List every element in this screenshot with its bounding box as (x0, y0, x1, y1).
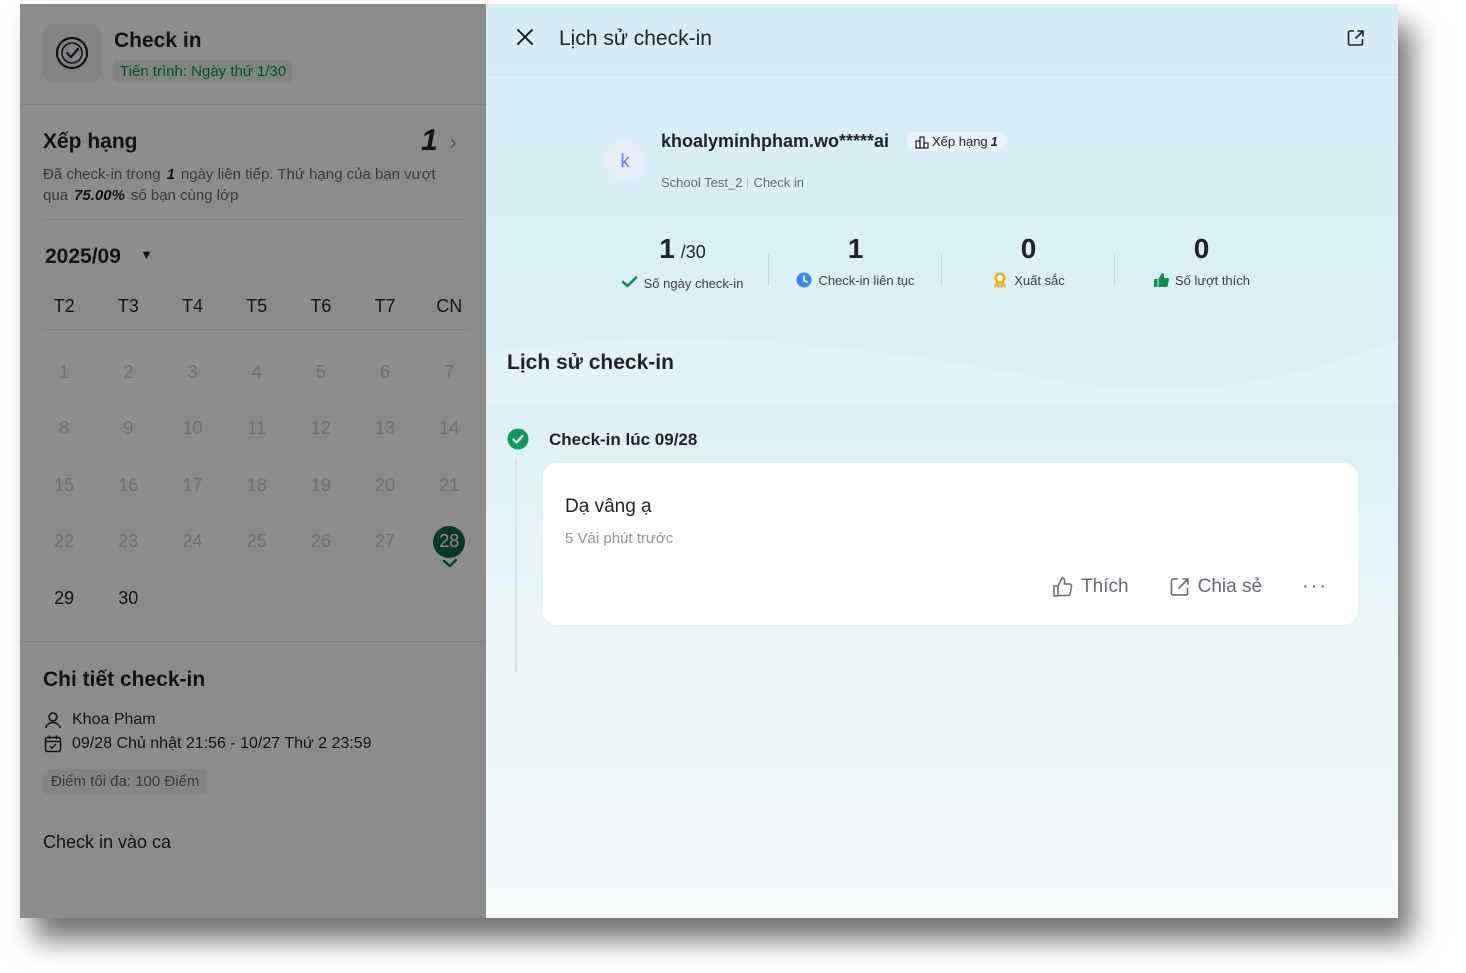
share-button[interactable]: Chia sẻ (1169, 576, 1262, 598)
stat-value: 0 (1020, 233, 1037, 264)
drawer-title: Lịch sử check-in (559, 27, 712, 50)
clock-icon (796, 272, 812, 288)
stat-item: 0 Số lượt thích (1115, 232, 1288, 291)
modal-overlay[interactable] (20, 4, 486, 918)
stat-value: 0 (1193, 233, 1210, 264)
stat-label: Số lượt thích (1174, 272, 1251, 288)
check-icon (621, 276, 637, 288)
username: khoalyminhpham.wo*****ai (661, 131, 890, 151)
like-label: Thích (1081, 575, 1129, 597)
separator (747, 177, 749, 188)
entry-actions: Thích Chia sẻ ··· (1052, 575, 1328, 598)
rank-badge-value: 1 (990, 134, 998, 149)
stat-suffix: /30 (680, 242, 706, 262)
avatar: k (604, 140, 646, 182)
stat-label-row: Số lượt thích (1115, 272, 1288, 288)
stat-label: Xuất sắc (1014, 272, 1065, 288)
podium-icon (915, 135, 929, 149)
stat-item: 1 Check-in liên tục (769, 232, 942, 291)
like-button[interactable]: Thích (1052, 576, 1129, 598)
stats-row: 1/30 Số ngày check-in 1 Check-in liên tục 0 X… (596, 232, 1296, 291)
thumbs-up-icon (1153, 273, 1169, 287)
share-icon[interactable] (1346, 28, 1366, 48)
stat-value-row: 0 (942, 232, 1115, 266)
entry-time: 5 Vài phút trước (565, 530, 674, 547)
stat-label-row: Check-in liên tục (769, 272, 942, 288)
stat-value-row: 0 (1115, 232, 1288, 266)
stat-label: Số ngày check-in (643, 275, 744, 291)
stat-value-row: 1 (769, 232, 942, 266)
rank-badge-label: Xếp hạng (932, 134, 988, 149)
stat-value-row: 1/30 (596, 232, 769, 269)
close-icon[interactable] (514, 26, 536, 48)
timeline-line (515, 460, 517, 672)
stat-item: 1/30 Số ngày check-in (596, 232, 769, 291)
activity-name: Check in (753, 175, 805, 190)
stat-label-row: Xuất sắc (942, 272, 1115, 288)
stat-label: Check-in liên tục (818, 272, 915, 288)
share-label: Chia sẻ (1197, 575, 1263, 597)
medal-icon (994, 272, 1007, 288)
rank-badge[interactable]: Xếp hạng 1 (907, 132, 1006, 151)
stat-label-row: Số ngày check-in (596, 275, 769, 291)
stat-item: 0 Xuất sắc (942, 232, 1115, 291)
school-name: School Test_2 (661, 175, 743, 190)
check-circle-icon (507, 428, 529, 450)
thumbs-up-icon (1053, 576, 1073, 597)
stat-value: 1 (659, 233, 675, 264)
more-options-icon[interactable]: ··· (1302, 575, 1328, 598)
entry-content: Dạ vâng ạ (565, 496, 652, 517)
app-window: Check in Tiến trình: Ngày thứ 1/30 Xếp h… (20, 4, 1398, 918)
drawer-header: Lịch sử check-in (486, 4, 1398, 75)
history-drawer: Lịch sử check-in k khoalyminhpham.wo****… (486, 4, 1398, 918)
stat-value: 1 (847, 233, 864, 264)
profile-meta: School Test_2 Check in (661, 175, 804, 190)
share-icon (1170, 577, 1189, 596)
history-title: Lịch sử check-in (507, 351, 674, 374)
history-entry-card: Dạ vâng ạ 5 Vài phút trước Thích Chia sẻ… (543, 463, 1358, 625)
checkin-panel: Check in Tiến trình: Ngày thứ 1/30 Xếp h… (20, 4, 486, 918)
entry-label: Check-in lúc 09/28 (549, 430, 698, 449)
